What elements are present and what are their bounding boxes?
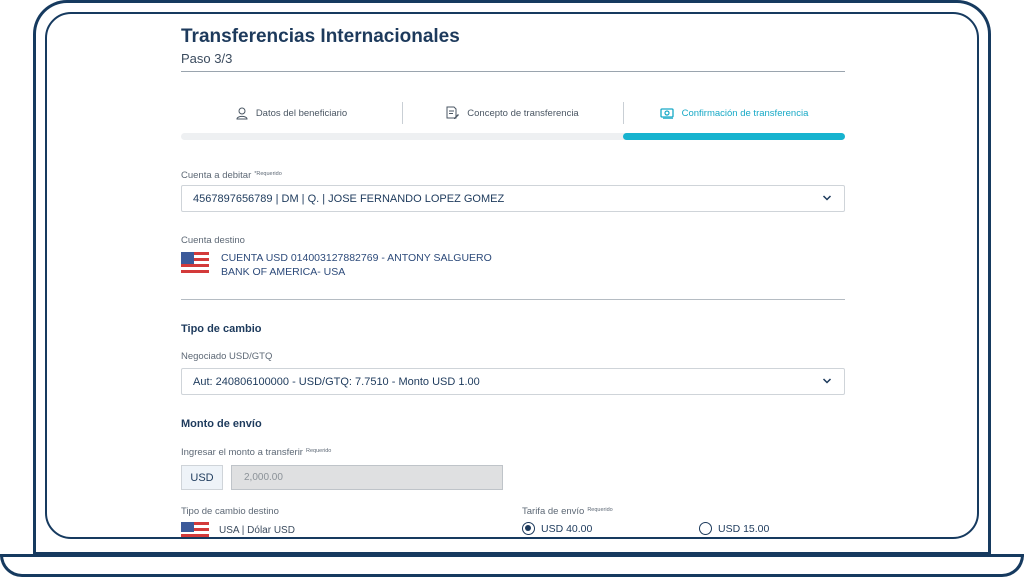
step-label: Datos del beneficiario	[255, 107, 348, 119]
chevron-down-icon	[822, 195, 832, 201]
chevron-down-icon	[822, 378, 832, 384]
radio-button-checked[interactable]	[522, 522, 535, 535]
field-label: Ingresar el monto a transferir	[181, 447, 303, 458]
required-note: Requerido	[305, 448, 332, 454]
fee-label: Tarifa de envío Requerido	[522, 506, 613, 517]
stepper-progress	[623, 133, 845, 140]
destination-label: Cuenta destino	[181, 235, 245, 246]
amount-input[interactable]: 2,000.00	[231, 465, 503, 490]
document-edit-icon	[446, 106, 460, 119]
step-label: Concepto de transferencia	[467, 107, 579, 119]
transfer-form: Transferencias Internacionales Paso 3/3 …	[181, 14, 845, 537]
radio-label: USD 15.00	[718, 522, 770, 535]
amount-label: Ingresar el monto a transferir Requerido	[181, 447, 331, 458]
exchange-section-title: Tipo de cambio	[181, 323, 262, 335]
usa-flag-icon	[181, 522, 209, 537]
field-label: Tarifa de envío	[522, 506, 585, 517]
currency-badge: USD	[181, 465, 223, 490]
usa-flag-icon	[181, 252, 209, 274]
field-label: Cuenta a debitar	[181, 170, 252, 181]
step-confirmacion[interactable]: Confirmación de transferencia	[623, 102, 845, 124]
stepper: Datos del beneficiario Concepto de trans…	[181, 102, 845, 142]
step-label: Confirmación de transferencia	[681, 107, 809, 119]
radio-button[interactable]	[699, 522, 712, 535]
select-value: Aut: 240806100000 - USD/GTQ: 7.7510 - Mo…	[193, 375, 480, 388]
required-note: Requerido	[587, 507, 613, 513]
select-value: 4567897656789 | DM | Q. | JOSE FERNANDO …	[193, 192, 505, 205]
destination-bank-line: BANK OF AMERICA- USA	[221, 266, 346, 278]
fee-option-40[interactable]: USD 40.00	[522, 522, 592, 535]
required-note: *Requerido	[254, 171, 282, 177]
money-icon	[659, 107, 674, 119]
fee-option-15[interactable]: USD 15.00	[699, 522, 769, 535]
title-divider	[181, 71, 845, 72]
radio-label: USD 40.00	[541, 522, 593, 535]
laptop-hinge	[33, 552, 991, 555]
step-concepto[interactable]: Concepto de transferencia	[402, 102, 623, 124]
dest-rate-value: USA | Dólar USD	[219, 525, 295, 536]
page-step: Paso 3/3	[181, 51, 233, 66]
debit-account-label: Cuenta a debitar *Requerido	[181, 170, 282, 181]
dest-rate-label: Tipo de cambio destino	[181, 506, 279, 517]
laptop-screen: Transferencias Internacionales Paso 3/3 …	[45, 12, 979, 539]
amount-section-title: Monto de envío	[181, 418, 262, 430]
section-divider	[181, 299, 845, 300]
exchange-label: Negociado USD/GTQ	[181, 351, 273, 362]
laptop-base	[0, 554, 1024, 577]
page-title: Transferencias Internacionales	[181, 26, 460, 47]
user-icon	[236, 107, 248, 119]
step-datos-beneficiario[interactable]: Datos del beneficiario	[181, 102, 402, 124]
destination-account-line: CUENTA USD 014003127882769 - ANTONY SALG…	[221, 252, 492, 264]
debit-account-select[interactable]: 4567897656789 | DM | Q. | JOSE FERNANDO …	[181, 185, 845, 212]
exchange-rate-select[interactable]: Aut: 240806100000 - USD/GTQ: 7.7510 - Mo…	[181, 368, 845, 395]
